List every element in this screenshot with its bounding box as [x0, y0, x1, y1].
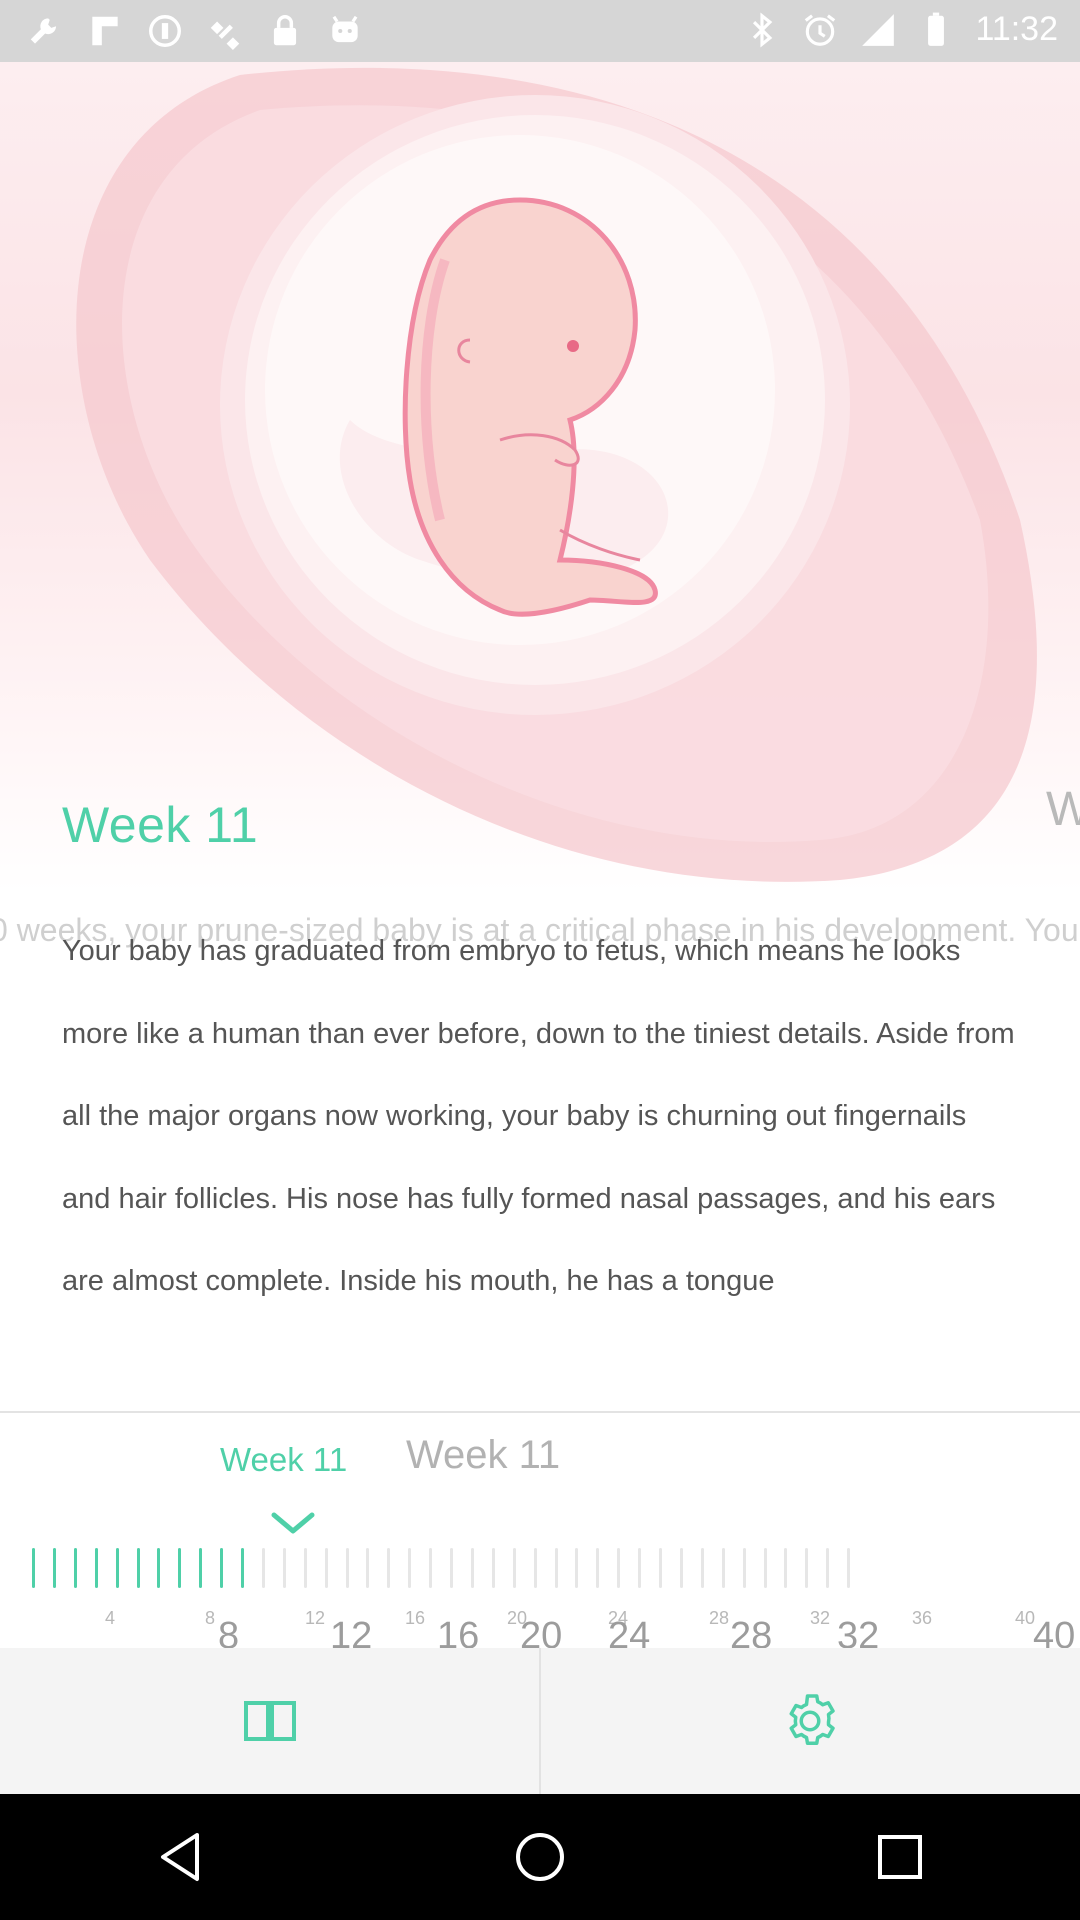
timeline-tick[interactable]: [847, 1548, 851, 1588]
home-icon[interactable]: [512, 1829, 568, 1885]
back-icon[interactable]: [155, 1829, 205, 1885]
timeline-tick[interactable]: [763, 1548, 767, 1588]
status-bar: 11:32: [0, 0, 1080, 62]
timeline-tick[interactable]: [94, 1548, 98, 1588]
timeline-week-number-small: 12: [305, 1608, 326, 1628]
timeline-tick[interactable]: [136, 1548, 140, 1588]
wrench-icon: [30, 18, 57, 44]
bluetooth-icon: [753, 11, 773, 48]
timeline-tick[interactable]: [596, 1548, 600, 1588]
timeline-tick[interactable]: [429, 1548, 433, 1588]
timeline-week-number-small: 32: [810, 1608, 831, 1628]
tab-divider: [539, 1648, 541, 1794]
timeline-week-number-small: 16: [405, 1608, 426, 1628]
flipboard-icon: [92, 16, 118, 46]
status-right-icons: 11:32: [743, 10, 1058, 49]
tab-articles[interactable]: [0, 1648, 540, 1794]
system-navigation-bar: [0, 1794, 1080, 1920]
timeline-tick[interactable]: [491, 1548, 495, 1588]
timeline-tick[interactable]: [157, 1548, 161, 1588]
lock-icon: [273, 15, 297, 46]
timeline-week-number-small: 28: [709, 1608, 730, 1628]
status-left-icons: [26, 12, 364, 50]
timeline-tick[interactable]: [617, 1548, 621, 1588]
recents-icon[interactable]: [874, 1831, 926, 1883]
timeline-current-week-label: Week 11: [220, 1441, 348, 1478]
timeline-week-number-small: 4: [105, 1608, 116, 1628]
timeline-tick[interactable]: [554, 1548, 558, 1588]
timeline-tick[interactable]: [805, 1548, 809, 1588]
timeline-tick[interactable]: [303, 1548, 307, 1588]
article-paragraph[interactable]: Your baby has graduated from embryo to f…: [62, 910, 1022, 1323]
timeline-tick[interactable]: [575, 1548, 579, 1588]
week-timeline[interactable]: Week 11 Week 11 4 8 12 16 20 24 28 32 36 40 8 12 16 2…: [0, 1411, 1080, 1657]
timeline-tick[interactable]: [73, 1548, 77, 1588]
alarm-icon: [805, 13, 836, 46]
timeline-tick[interactable]: [282, 1548, 286, 1588]
timeline-tick[interactable]: [721, 1548, 725, 1588]
timeline-tick[interactable]: [241, 1548, 244, 1588]
timeline-tick[interactable]: [470, 1548, 474, 1588]
timeline-tick[interactable]: [220, 1548, 224, 1588]
timeline-tick[interactable]: [408, 1548, 412, 1588]
settings-gear-icon[interactable]: [780, 1691, 840, 1751]
timeline-tick[interactable]: [345, 1548, 349, 1588]
recents-button[interactable]: [870, 1827, 930, 1887]
timeline-tick[interactable]: [826, 1548, 830, 1588]
timeline-tick[interactable]: [638, 1548, 642, 1588]
timeline-tick[interactable]: [659, 1548, 662, 1588]
timeline-tick[interactable]: [32, 1548, 35, 1588]
home-button[interactable]: [510, 1827, 570, 1887]
fetus-in-womb-illustration: [0, 62, 1080, 892]
sync-icon: [149, 15, 181, 47]
signal-icon: [862, 13, 895, 46]
page-title: Week 11: [62, 797, 259, 853]
timeline-tick[interactable]: [366, 1548, 370, 1588]
chevron-down-icon: [271, 1512, 315, 1534]
timeline-tick[interactable]: [512, 1548, 516, 1588]
back-button[interactable]: [150, 1827, 210, 1887]
timeline-week-number-small: 36: [912, 1608, 933, 1628]
tab-settings[interactable]: [540, 1648, 1080, 1794]
battery-icon: [928, 12, 945, 46]
satellite-icon: [210, 21, 240, 50]
timeline-tick[interactable]: [450, 1548, 453, 1588]
timeline-week-number-small: 8: [205, 1608, 216, 1628]
book-icon[interactable]: [242, 1697, 298, 1745]
timeline-tick[interactable]: [324, 1548, 328, 1588]
timeline-ghost-week-label: Week 11: [406, 1433, 561, 1477]
timeline-tick[interactable]: [387, 1548, 391, 1588]
android-icon: [332, 15, 358, 43]
next-week-title-partial: W: [1046, 783, 1080, 836]
timeline-tick[interactable]: [742, 1548, 746, 1588]
timeline-tick[interactable]: [700, 1548, 704, 1588]
timeline-tick[interactable]: [52, 1548, 56, 1588]
timeline-tick[interactable]: [679, 1548, 683, 1588]
timeline-tick[interactable]: [178, 1548, 182, 1588]
timeline-tick[interactable]: [784, 1548, 788, 1588]
bottom-tab-bar: [0, 1648, 1080, 1794]
timeline-tick[interactable]: [115, 1548, 119, 1588]
status-time: 11:32: [975, 10, 1058, 48]
timeline-tick[interactable]: [199, 1548, 203, 1588]
timeline-tick[interactable]: [261, 1548, 265, 1588]
timeline-tick[interactable]: [533, 1548, 537, 1588]
